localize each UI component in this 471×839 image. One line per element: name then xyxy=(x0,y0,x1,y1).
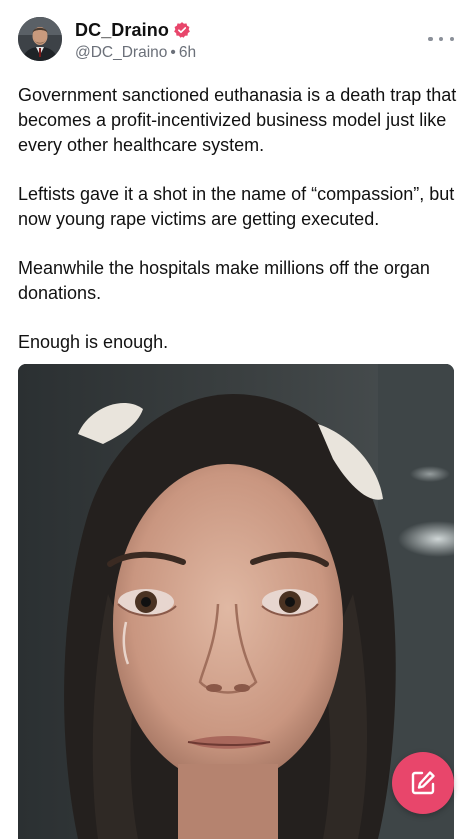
more-options-icon xyxy=(428,36,433,42)
post-header: DC_Draino @DC_Draino • 6h xyxy=(18,17,454,63)
post-paragraph: Enough is enough. xyxy=(18,332,169,352)
post-image-illustration xyxy=(18,364,454,839)
post-paragraph: Meanwhile the hospitals make millions of… xyxy=(18,258,430,303)
author-name[interactable]: DC_Draino xyxy=(75,20,169,41)
more-options-icon-dot xyxy=(449,36,454,42)
post-image[interactable] xyxy=(18,364,454,839)
post-paragraph: Government sanctioned euthanasia is a de… xyxy=(18,85,457,155)
compose-icon xyxy=(411,771,435,795)
more-options-button[interactable] xyxy=(428,29,454,49)
post-timestamp[interactable]: 6h xyxy=(179,44,196,61)
author-line: DC_Draino xyxy=(75,18,196,42)
verified-badge-icon xyxy=(173,21,191,39)
author-block: DC_Draino @DC_Draino • 6h xyxy=(75,18,196,63)
avatar-image xyxy=(18,17,62,61)
post-paragraph: Leftists gave it a shot in the name of “… xyxy=(18,184,455,229)
post-meta: @DC_Draino • 6h xyxy=(75,43,196,63)
author-handle[interactable]: @DC_Draino xyxy=(75,44,167,61)
post-text: Government sanctioned euthanasia is a de… xyxy=(18,83,458,379)
avatar[interactable] xyxy=(18,17,62,61)
meta-separator: • xyxy=(170,44,176,61)
more-options-icon-dot xyxy=(438,36,444,42)
compose-button[interactable] xyxy=(392,752,454,814)
